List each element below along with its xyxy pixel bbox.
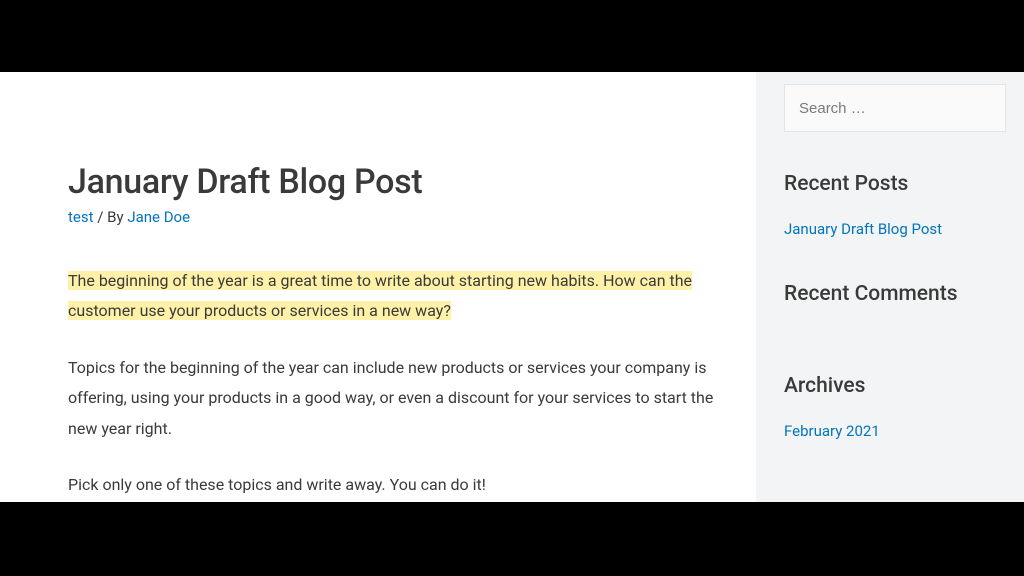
main-content: January Draft Blog Post test / By Jane D… <box>0 72 756 502</box>
byline-separator: / By <box>94 208 128 226</box>
sidebar: Recent Posts January Draft Blog Post Rec… <box>756 72 1024 502</box>
archive-link[interactable]: February 2021 <box>784 422 1006 440</box>
archives-widget: Archives February 2021 <box>784 374 1006 440</box>
post-author-link[interactable]: Jane Doe <box>127 208 190 226</box>
recent-posts-heading: Recent Posts <box>784 172 1006 196</box>
recent-comments-widget: Recent Comments <box>784 282 1006 330</box>
post-paragraph: Topics for the beginning of the year can… <box>68 353 716 444</box>
recent-comments-heading: Recent Comments <box>784 282 1006 306</box>
search-input[interactable] <box>784 84 1006 132</box>
post-meta: test / By Jane Doe <box>68 208 716 226</box>
highlighted-text: The beginning of the year is a great tim… <box>68 271 692 320</box>
recent-post-link[interactable]: January Draft Blog Post <box>784 220 1006 238</box>
post-body: The beginning of the year is a great tim… <box>68 266 716 500</box>
post-title: January Draft Blog Post <box>68 162 716 202</box>
recent-posts-widget: Recent Posts January Draft Blog Post <box>784 172 1006 238</box>
post-paragraph-highlighted: The beginning of the year is a great tim… <box>68 266 716 327</box>
post-paragraph: Pick only one of these topics and write … <box>68 470 716 500</box>
post-category-link[interactable]: test <box>68 208 94 226</box>
search-widget <box>784 84 1006 132</box>
archives-heading: Archives <box>784 374 1006 398</box>
page-container: January Draft Blog Post test / By Jane D… <box>0 72 1024 502</box>
